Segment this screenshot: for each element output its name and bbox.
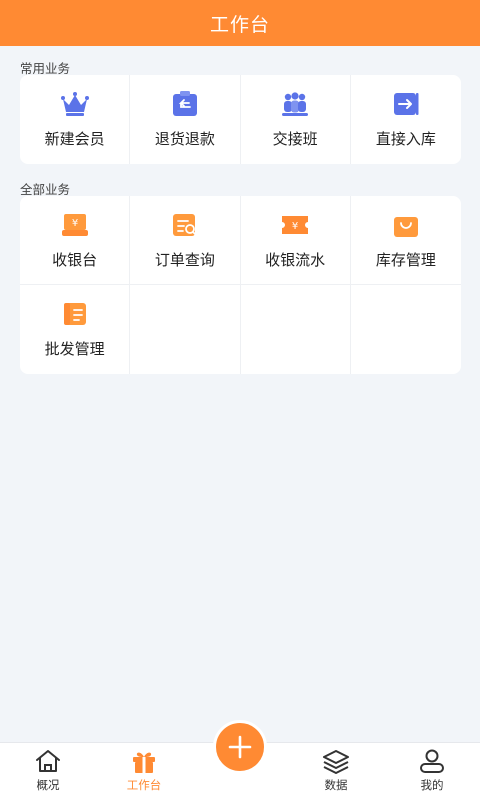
tile-label: 直接入库 bbox=[375, 130, 436, 148]
empty-tile bbox=[351, 285, 461, 374]
tile-inventory[interactable]: 库存管理 bbox=[350, 196, 461, 285]
layers-icon bbox=[323, 750, 349, 774]
tab-label: 数据 bbox=[324, 778, 348, 792]
tab-overview[interactable]: 概况 bbox=[0, 743, 96, 800]
all-business-card: ¥ 收银台 订单查询 ¥ 收银流水 库存管理 批发管理 bbox=[20, 196, 461, 374]
cashier-icon: ¥ bbox=[61, 213, 88, 236]
tile-shift-handover[interactable]: 交接班 bbox=[241, 75, 351, 164]
add-button[interactable] bbox=[213, 720, 267, 774]
app-header: 工作台 bbox=[0, 0, 480, 46]
tab-label: 概况 bbox=[36, 778, 60, 792]
tile-cashier[interactable]: ¥ 收银台 bbox=[20, 196, 131, 285]
return-icon bbox=[172, 91, 197, 116]
tab-workbench[interactable]: 工作台 bbox=[96, 743, 192, 800]
cash-flow-icon: ¥ bbox=[282, 215, 309, 234]
tab-label: 我的 bbox=[420, 778, 444, 792]
tile-label: 新建会员 bbox=[44, 130, 105, 148]
wholesale-icon bbox=[63, 303, 86, 325]
crown-icon bbox=[60, 92, 89, 116]
plus-icon bbox=[228, 735, 252, 759]
empty-tile bbox=[241, 285, 351, 374]
tile-label: 退货退款 bbox=[154, 130, 215, 148]
order-search-icon bbox=[172, 213, 197, 236]
tab-label: 工作台 bbox=[126, 778, 162, 792]
inventory-bag-icon bbox=[393, 216, 418, 237]
tile-label: 收银台 bbox=[52, 250, 98, 269]
tile-label: 交接班 bbox=[272, 130, 318, 148]
stock-in-icon bbox=[393, 93, 419, 115]
tile-label: 订单查询 bbox=[154, 250, 215, 269]
tab-data[interactable]: 数据 bbox=[288, 743, 384, 800]
svg-text:¥: ¥ bbox=[292, 221, 298, 232]
tile-new-member[interactable]: 新建会员 bbox=[20, 75, 131, 164]
team-icon bbox=[282, 92, 309, 116]
page-title: 工作台 bbox=[209, 13, 270, 36]
tile-label: 收银流水 bbox=[265, 250, 326, 269]
tile-label: 批发管理 bbox=[44, 340, 105, 358]
user-icon bbox=[420, 749, 444, 773]
tile-order-search[interactable]: 订单查询 bbox=[130, 196, 241, 285]
common-business-card: 新建会员 退货退款 交接班 直接入库 bbox=[20, 75, 461, 164]
tile-return-refund[interactable]: 退货退款 bbox=[130, 75, 241, 164]
tile-wholesale[interactable]: 批发管理 bbox=[20, 285, 131, 374]
tile-cash-flow[interactable]: ¥ 收银流水 bbox=[240, 196, 351, 285]
tile-direct-stock-in[interactable]: 直接入库 bbox=[351, 75, 461, 164]
tile-label: 库存管理 bbox=[375, 250, 436, 269]
empty-tile bbox=[130, 285, 241, 374]
tab-mine[interactable]: 我的 bbox=[384, 743, 480, 800]
gift-icon bbox=[133, 752, 155, 773]
home-icon bbox=[36, 750, 60, 772]
svg-text:¥: ¥ bbox=[71, 218, 77, 229]
